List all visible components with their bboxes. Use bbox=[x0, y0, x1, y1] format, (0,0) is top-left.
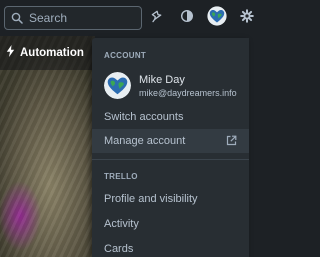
manage-account-item[interactable]: Manage account bbox=[92, 129, 249, 153]
menu-divider bbox=[92, 159, 249, 160]
user-name: Mike Day bbox=[139, 73, 185, 86]
avatar bbox=[104, 72, 131, 99]
notifications-bell-icon bbox=[150, 9, 164, 28]
account-profile: Mike Day mike@daydreamers.info bbox=[104, 72, 237, 99]
switch-accounts-label: Switch accounts bbox=[104, 111, 184, 123]
automation-button[interactable]: Automation bbox=[0, 36, 95, 70]
top-navigation-bar bbox=[0, 0, 254, 36]
notifications-button[interactable] bbox=[146, 6, 168, 30]
automation-label: Automation bbox=[20, 47, 84, 59]
trello-section-title: TRELLO bbox=[104, 172, 138, 181]
cards-item[interactable]: Cards bbox=[92, 237, 249, 257]
activity-label: Activity bbox=[104, 218, 139, 230]
avatar-globe-icon bbox=[207, 5, 227, 31]
settings-button[interactable] bbox=[236, 6, 258, 30]
theme-toggle-icon bbox=[180, 9, 194, 28]
search-icon bbox=[11, 12, 23, 24]
account-menu: ACCOUNT Mike Day mike@daydreamers.info S… bbox=[92, 38, 249, 257]
profile-visibility-label: Profile and visibility bbox=[104, 193, 198, 205]
account-avatar-button[interactable] bbox=[206, 5, 228, 31]
settings-gear-icon bbox=[240, 8, 254, 28]
switch-accounts-item[interactable]: Switch accounts bbox=[92, 105, 249, 129]
user-email: mike@daydreamers.info bbox=[139, 87, 237, 98]
external-link-icon bbox=[226, 135, 237, 146]
account-section-title: ACCOUNT bbox=[104, 51, 147, 60]
search-box[interactable] bbox=[4, 6, 142, 30]
activity-item[interactable]: Activity bbox=[92, 212, 249, 236]
manage-account-label: Manage account bbox=[104, 135, 186, 147]
lightning-bolt-icon bbox=[6, 44, 15, 62]
search-input[interactable] bbox=[29, 11, 129, 25]
theme-toggle-button[interactable] bbox=[176, 6, 198, 30]
cards-label: Cards bbox=[104, 243, 134, 255]
profile-visibility-item[interactable]: Profile and visibility bbox=[92, 187, 249, 211]
